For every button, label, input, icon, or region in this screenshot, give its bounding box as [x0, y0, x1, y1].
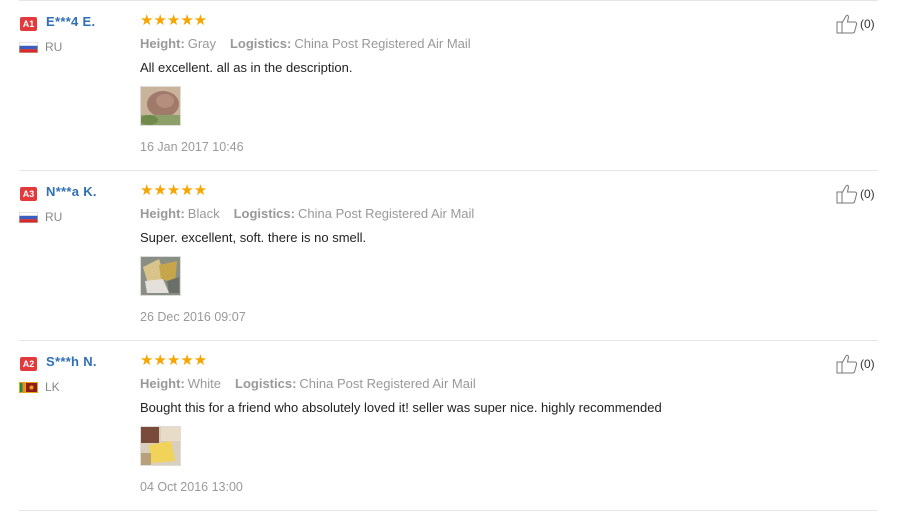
divider: [19, 170, 878, 171]
buyer-level-badge: A2: [20, 357, 37, 371]
helpful-button[interactable]: (0): [836, 184, 876, 204]
russia-flag-icon: [19, 212, 38, 223]
review-date: 26 Dec 2016 09:07: [140, 310, 246, 324]
star-rating-icon: ★★★★★: [140, 12, 208, 29]
star-rating-icon: ★★★★★: [140, 352, 208, 369]
review-attributes: Height: White Logistics: China Post Registe…: [140, 376, 476, 391]
reviewer-name: S***h N.: [46, 354, 97, 369]
reviewer-name: E***4 E.: [46, 14, 96, 29]
logistics-value: China Post Registered Air Mail: [299, 376, 476, 391]
review-text: Super. excellent, soft. there is no smel…: [140, 230, 367, 245]
review-text: Bought this for a friend who absolutely …: [140, 400, 662, 415]
review-item: A2 S***h N. LK ★★★★★ Height: White Logisti…: [0, 340, 900, 510]
divider: [19, 0, 878, 1]
russia-flag-icon: [19, 42, 38, 53]
height-value: Gray: [187, 36, 216, 51]
height-label: Height:: [140, 376, 185, 391]
height-label: Height:: [140, 36, 185, 51]
height-value: Black: [187, 206, 220, 221]
thumbs-up-icon: [836, 184, 858, 204]
logistics-value: China Post Registered Air Mail: [297, 206, 475, 221]
review-attributes: Height: Black Logistics: China Post Registe…: [140, 206, 474, 221]
review-item: A1 E***4 E. RU ★★★★★ Height: Gray Logistic…: [0, 0, 900, 170]
buyer-level-badge: A1: [20, 17, 37, 31]
helpful-count: (0): [860, 187, 875, 201]
height-value: White: [187, 376, 222, 391]
logistics-label: Logistics:: [235, 376, 297, 391]
review-text: All excellent. all as in the description…: [140, 60, 353, 75]
buyer-level-badge: A3: [20, 187, 37, 201]
divider: [19, 510, 878, 511]
review-photo-thumbnail[interactable]: [140, 86, 181, 126]
thumbs-up-icon: [836, 354, 858, 374]
helpful-button[interactable]: (0): [836, 354, 876, 374]
review-photo-thumbnail[interactable]: [140, 256, 181, 296]
review-date: 16 Jan 2017 10:46: [140, 140, 244, 154]
reviewer-country: RU: [45, 40, 63, 54]
logistics-label: Logistics:: [233, 206, 295, 221]
review-date: 04 Oct 2016 13:00: [140, 480, 243, 494]
thumbs-up-icon: [836, 14, 858, 34]
reviewer-name: N***a K.: [46, 184, 97, 199]
sri-lanka-flag-icon: [19, 382, 38, 393]
helpful-button[interactable]: (0): [836, 14, 876, 34]
review-photo-thumbnail[interactable]: [140, 426, 181, 466]
logistics-label: Logistics:: [229, 36, 292, 51]
height-label: Height:: [140, 206, 185, 221]
logistics-value: China Post Registered Air Mail: [294, 36, 471, 51]
reviewer-country: LK: [45, 380, 60, 394]
reviewer-country: RU: [45, 210, 63, 224]
review-attributes: Height: Gray Logistics: China Post Register…: [140, 36, 471, 51]
review-item: A3 N***a K. RU ★★★★★ Height: Black Logisti…: [0, 170, 900, 340]
star-rating-icon: ★★★★★: [140, 182, 208, 199]
helpful-count: (0): [860, 357, 875, 371]
divider: [19, 340, 878, 341]
helpful-count: (0): [860, 17, 875, 31]
